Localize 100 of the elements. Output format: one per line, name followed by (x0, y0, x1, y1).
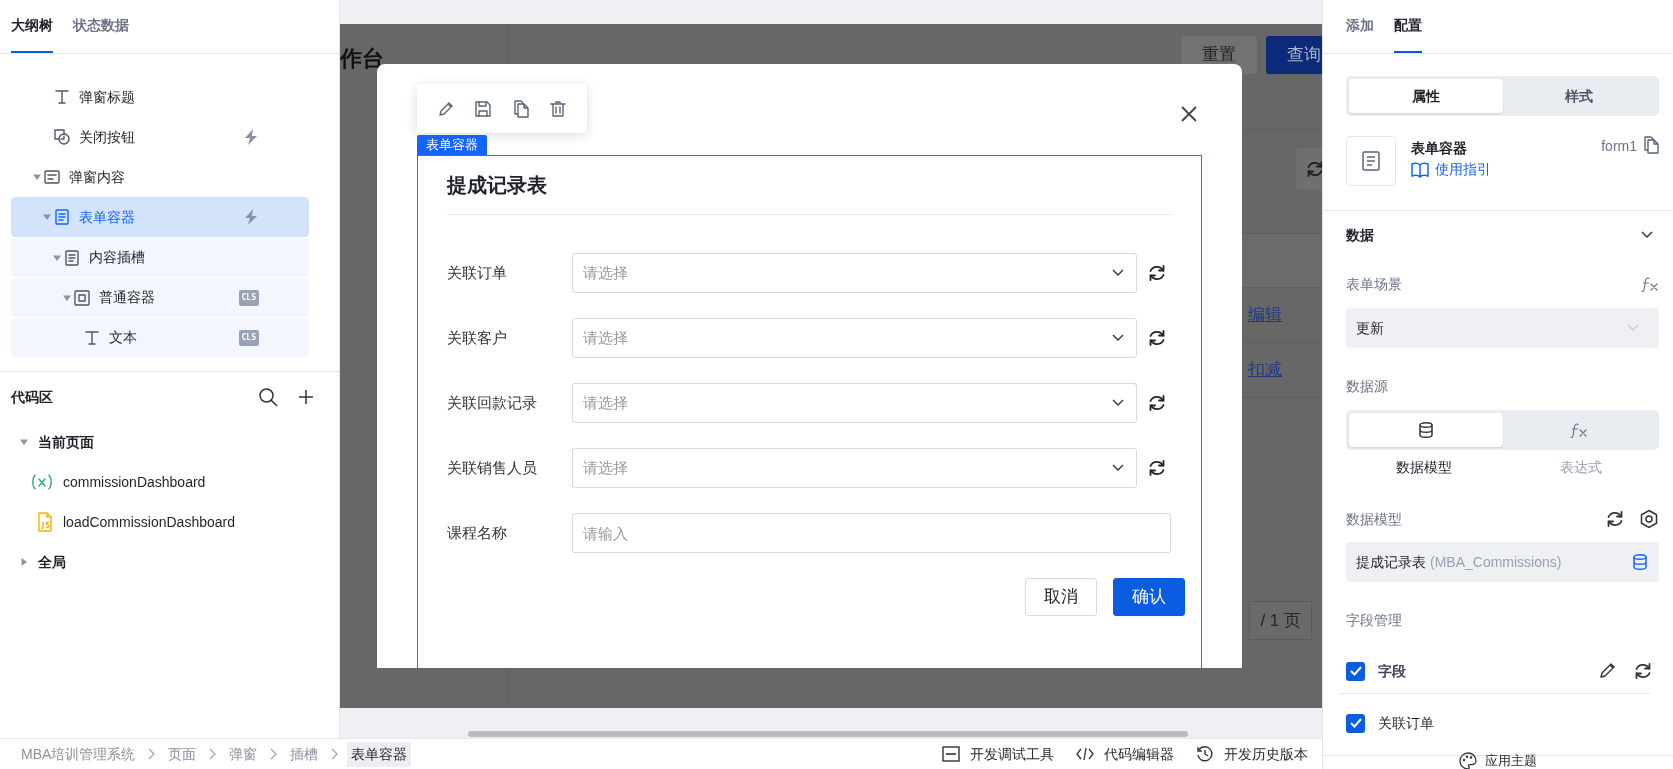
refresh-icon[interactable] (1147, 328, 1167, 348)
tree-item[interactable]: 内容插槽 (11, 237, 309, 277)
caret-icon[interactable] (32, 173, 41, 181)
class-tag: CLS (238, 289, 259, 306)
field-label: 表单场景 (1346, 274, 1402, 294)
tree-item[interactable]: 关闭按钮 (11, 117, 309, 157)
form-icon (1360, 150, 1382, 172)
source-tab[interactable] (1349, 413, 1503, 447)
input-field[interactable]: 请输入 (572, 513, 1171, 553)
confirm-button[interactable]: 确认 (1113, 578, 1185, 616)
field-label: 关联客户 (447, 327, 508, 348)
checkbox-label: 关联订单 (1378, 713, 1434, 733)
cancel-button[interactable]: 取消 (1025, 578, 1097, 616)
code-item[interactable]: loadCommissionDashboard (11, 502, 241, 542)
field-label: 关联回款记录 (447, 392, 538, 413)
chevron-down-icon (1112, 399, 1124, 407)
function-icon (1570, 422, 1589, 438)
refresh-icon[interactable] (1633, 661, 1653, 681)
field-label: 字段管理 (1346, 610, 1402, 630)
refresh-icon[interactable] (1147, 393, 1167, 413)
chevron-down-icon (1112, 269, 1124, 277)
toolbar-button[interactable]: 开发历史版本 (1196, 743, 1308, 765)
toolbar-button[interactable]: 代码编辑器 (1076, 743, 1174, 765)
option-label: 数据模型 (1395, 458, 1454, 477)
chevron-down-icon (1627, 324, 1639, 332)
field-label: 数据模型 (1346, 509, 1402, 529)
checkbox[interactable] (1346, 713, 1365, 733)
caret-icon[interactable] (62, 293, 71, 302)
code-icon (1076, 745, 1094, 763)
panel-tab[interactable]: 大纲树 (11, 0, 53, 53)
lightning-icon[interactable] (243, 128, 259, 146)
window-icon (942, 745, 960, 763)
class-tag: CLS (238, 329, 259, 346)
js-file-icon (37, 512, 53, 532)
guide-link[interactable]: 使用指引 (1411, 159, 1491, 180)
search-icon[interactable] (258, 387, 278, 407)
text-icon (83, 328, 101, 347)
form-title: 提成记录表 (447, 170, 1171, 215)
chevron-right-icon (148, 748, 156, 760)
caret-icon[interactable] (52, 253, 61, 262)
refresh-icon[interactable] (1605, 509, 1625, 529)
refresh-icon[interactable] (1147, 458, 1167, 478)
tree-group[interactable]: 全局 (38, 551, 66, 573)
form-icon (63, 248, 81, 267)
panel-icon (43, 168, 61, 186)
refresh-icon (1305, 159, 1322, 179)
container-icon (73, 288, 91, 307)
chevron-icon[interactable] (1641, 231, 1653, 239)
shapes-icon (53, 128, 71, 146)
tree-item[interactable]: 弹窗内容 (11, 157, 309, 197)
text-icon (53, 88, 71, 106)
theme-button[interactable]: 应用主题 (1459, 750, 1537, 769)
page-title: 作台 (340, 45, 385, 73)
scrollbar[interactable] (468, 731, 1188, 737)
form-icon (53, 208, 71, 226)
database-icon (1416, 421, 1435, 439)
mode-tab[interactable]: 样式 (1502, 79, 1656, 113)
tree-item[interactable]: 普通容器 CLS (11, 277, 309, 317)
check-icon (1349, 718, 1362, 728)
copy-icon[interactable] (1643, 136, 1659, 154)
field-label: 数据源 (1346, 376, 1388, 396)
toolbar-button[interactable]: 开发调试工具 (942, 743, 1054, 765)
breadcrumb-link[interactable]: 表单容器 (347, 741, 412, 767)
tree-item[interactable]: 文本 CLS (11, 317, 309, 357)
tree-group[interactable]: 当前页面 (38, 431, 94, 453)
field-label: 课程名称 (447, 522, 508, 543)
query-button[interactable]: 查询 (1266, 36, 1322, 74)
field-label: 关联订单 (447, 262, 508, 283)
add-icon[interactable] (298, 389, 314, 405)
chevron-right-icon (209, 748, 217, 760)
chevron-right-icon (270, 748, 278, 760)
check-icon (1349, 666, 1362, 676)
code-item[interactable]: commissionDashboard (11, 462, 212, 502)
panel-tab[interactable]: 配置 (1394, 0, 1422, 53)
checkbox[interactable] (1346, 661, 1365, 681)
section-title: 数据 (1346, 225, 1374, 245)
save-icon[interactable] (474, 99, 493, 118)
copy-icon[interactable] (511, 99, 530, 118)
function-icon[interactable] (1641, 276, 1659, 292)
option-label: 表达式 (1558, 458, 1603, 477)
edit-icon[interactable] (1599, 661, 1617, 679)
checkbox-label: 字段 (1378, 661, 1406, 681)
page-count: / 1 页 (1249, 600, 1312, 640)
mode-tab[interactable]: 属性 (1349, 79, 1503, 113)
field-label: 关联销售人员 (447, 457, 538, 478)
delete-icon[interactable] (549, 99, 568, 118)
history-icon (1196, 745, 1214, 763)
palette-icon (1459, 751, 1477, 769)
tree-item[interactable]: 弹窗标题 (11, 77, 309, 117)
chevron-down-icon (1112, 334, 1124, 342)
variable-icon (31, 473, 53, 491)
panel-tab[interactable]: 添加 (1346, 0, 1374, 53)
settings-icon[interactable] (1639, 509, 1659, 529)
close-icon (1181, 106, 1197, 122)
caret-icon[interactable] (19, 438, 28, 446)
caret-icon[interactable] (19, 558, 28, 566)
panel-tab[interactable]: 状态数据 (73, 0, 129, 53)
selection-label: 表单容器 (417, 135, 487, 155)
refresh-icon[interactable] (1147, 263, 1167, 283)
model-field[interactable]: 提成记录表 (MBA_Commissions) (1346, 542, 1659, 582)
